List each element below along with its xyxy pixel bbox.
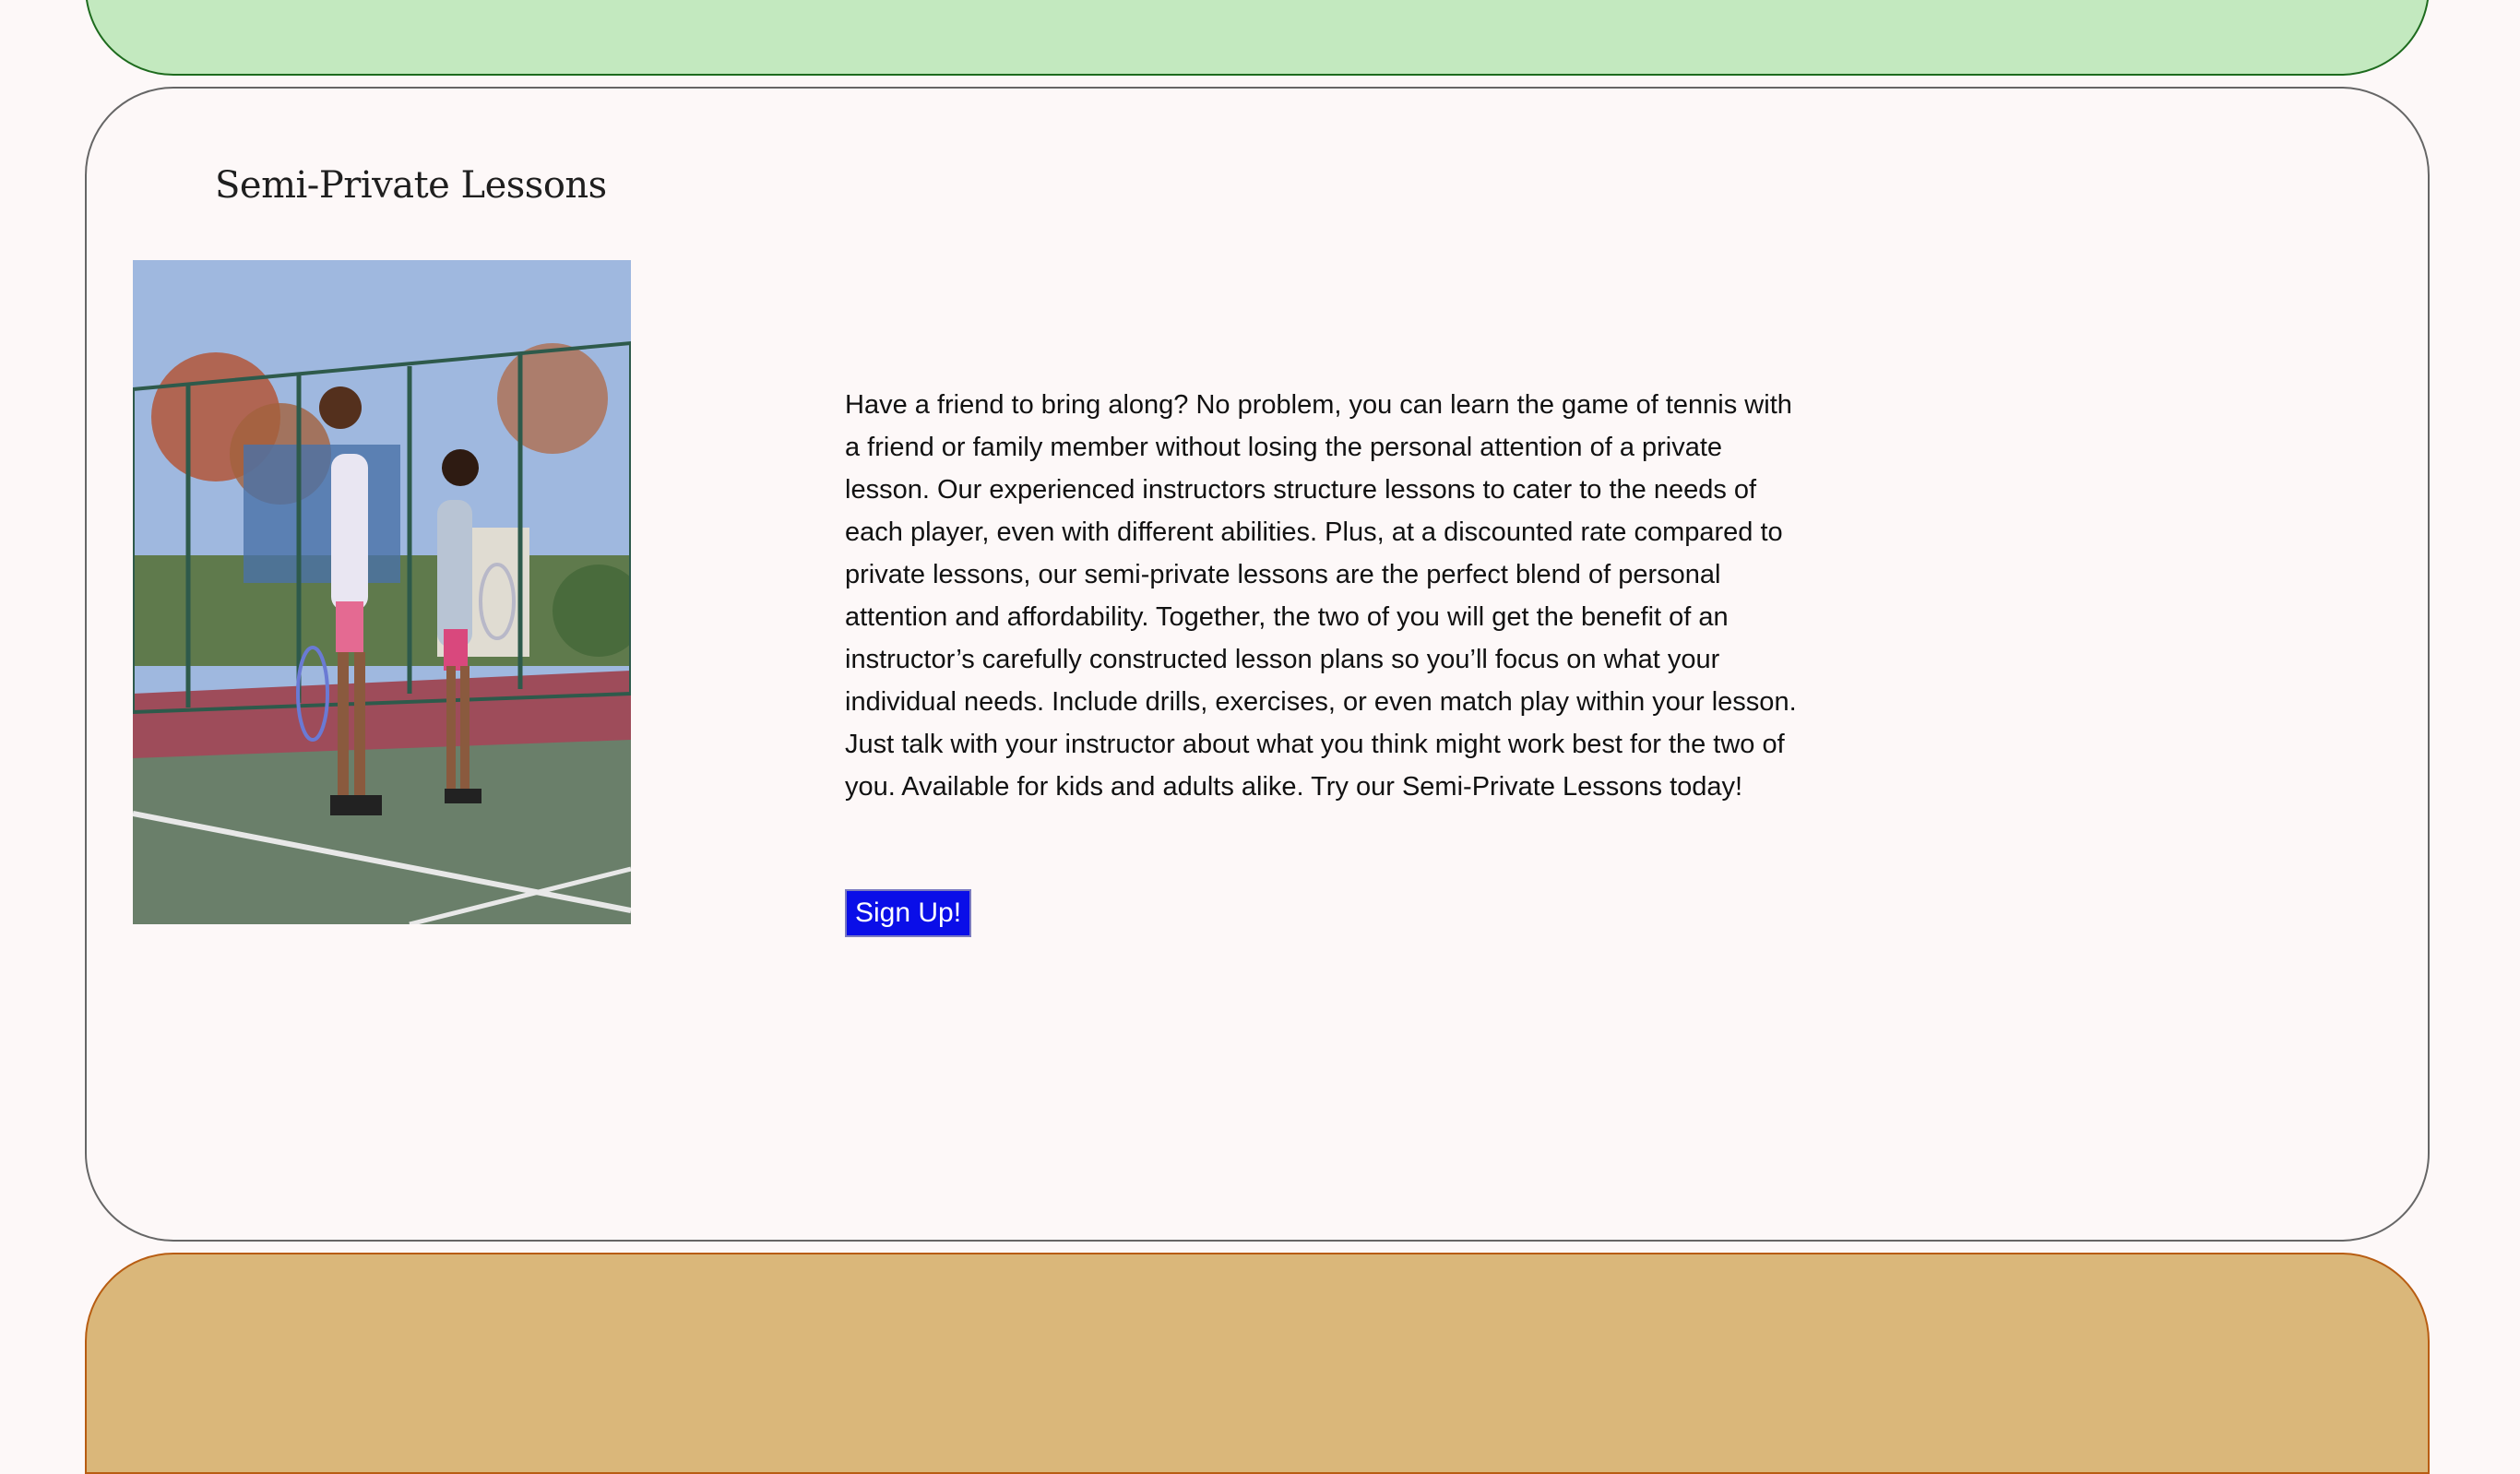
top-panel bbox=[85, 0, 2430, 76]
bottom-panel bbox=[85, 1253, 2430, 1474]
section-title: Semi-Private Lessons bbox=[215, 164, 607, 207]
tennis-players-photo bbox=[133, 260, 631, 924]
lesson-description: Have a friend to bring along? No problem… bbox=[845, 390, 1797, 802]
tennis-players-illustration bbox=[133, 260, 631, 924]
sign-up-button[interactable]: Sign Up! bbox=[845, 889, 972, 937]
